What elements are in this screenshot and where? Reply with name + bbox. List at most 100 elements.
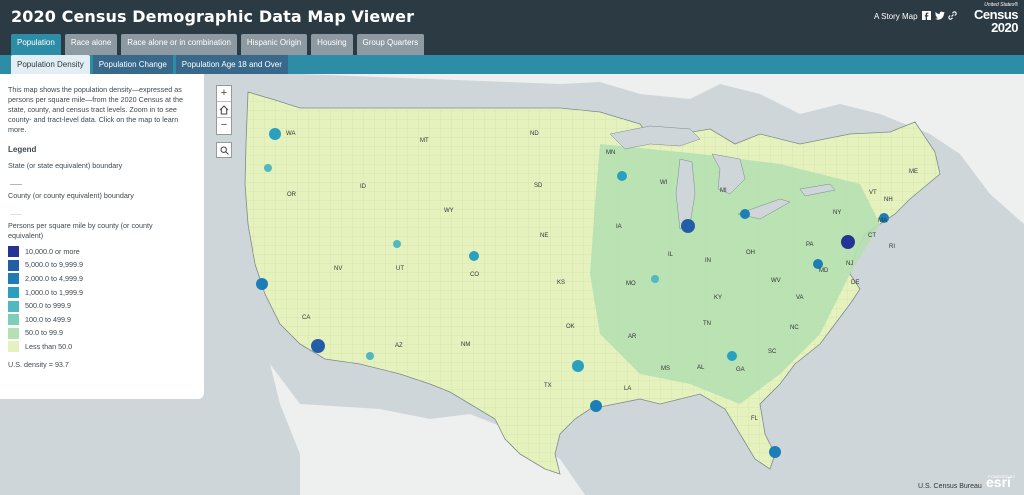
state-label: IA xyxy=(616,224,622,230)
hotspot-dallas xyxy=(572,360,584,372)
state-label: WV xyxy=(771,278,781,284)
state-label: MI xyxy=(720,188,727,194)
logo-line-3: 2020 xyxy=(991,20,1018,35)
state-label: AL xyxy=(697,365,705,371)
hotspot-portland xyxy=(264,164,272,172)
state-label: KY xyxy=(714,295,722,301)
state-label: NC xyxy=(790,325,799,331)
zoom-controls: + − xyxy=(216,85,232,135)
state-label: SD xyxy=(534,183,543,189)
legend-label: 10,000.0 or more xyxy=(25,246,80,256)
state-label: AR xyxy=(628,334,637,340)
legend-label: 100.0 to 499.9 xyxy=(25,314,71,324)
legend-swatch xyxy=(8,259,19,271)
state-label: IL xyxy=(668,252,674,258)
state-label: CT xyxy=(868,233,876,239)
state-label: MO xyxy=(626,281,636,287)
esri-logo[interactable]: esri xyxy=(986,474,1011,490)
search-icon[interactable] xyxy=(216,142,232,158)
state-label: ME xyxy=(909,169,918,175)
hotspot-seattle xyxy=(269,128,281,140)
state-label: CA xyxy=(302,315,310,321)
state-label: MS xyxy=(661,366,670,372)
story-map-link[interactable]: A Story Map xyxy=(874,12,918,21)
census-2020-logo: United States® Census 2020 xyxy=(966,3,1018,35)
state-label: LA xyxy=(624,386,631,392)
state-label: NH xyxy=(884,197,893,203)
legend-swatch xyxy=(8,246,19,258)
legend-title: Legend xyxy=(8,145,37,154)
legend-row: 2,000.0 to 4,999.9 xyxy=(8,272,193,286)
legend-label: 5,000.0 to 9,999.9 xyxy=(25,260,83,270)
legend-row: 50.0 to 99.9 xyxy=(8,327,193,341)
hotspot-denver xyxy=(469,251,479,261)
tab-race-alone[interactable]: Race alone xyxy=(64,34,118,55)
us-density: U.S. density = 93.7 xyxy=(8,359,69,369)
state-boundary-swatch xyxy=(10,175,22,185)
legend-swatch xyxy=(8,273,19,285)
sub-tab-list: Population Density Population Change Pop… xyxy=(11,55,288,74)
plus-icon[interactable]: + xyxy=(217,86,231,102)
legend-label: 500.0 to 999.9 xyxy=(25,301,71,311)
home-icon[interactable] xyxy=(217,102,231,118)
state-label: MA xyxy=(878,218,887,224)
state-label: KS xyxy=(557,280,565,286)
legend-label: 1,000.0 to 1,999.9 xyxy=(25,287,83,297)
legend-label: Less than 50.0 xyxy=(25,341,73,351)
state-label: VA xyxy=(796,295,804,301)
state-label: NM xyxy=(461,342,470,348)
state-label: SC xyxy=(768,349,777,355)
tab-housing[interactable]: Housing xyxy=(311,34,353,55)
tab-population-change[interactable]: Population Change xyxy=(92,55,173,74)
hotspot-phoenix xyxy=(366,352,374,360)
legend-label: 2,000.0 to 4,999.9 xyxy=(25,273,83,283)
legend-swatch xyxy=(8,327,19,339)
tab-race-alone-or-in-combination[interactable]: Race alone or in combination xyxy=(121,34,237,55)
state-label: VT xyxy=(869,190,877,196)
tab-population-density[interactable]: Population Density xyxy=(11,55,90,74)
tab-hispanic-origin[interactable]: Hispanic Origin xyxy=(240,34,308,55)
hotspot-miami xyxy=(769,446,781,458)
state-label: MD xyxy=(819,268,829,274)
tab-group-quarters[interactable]: Group Quarters xyxy=(356,34,425,55)
twitter-icon[interactable] xyxy=(935,11,945,20)
info-panel: This map shows the population density—ex… xyxy=(0,74,204,399)
state-label: WA xyxy=(286,131,295,137)
legend-swatch xyxy=(8,300,19,312)
density-legend-list: 10,000.0 or more 5,000.0 to 9,999.9 2,00… xyxy=(8,245,193,354)
minus-icon[interactable]: − xyxy=(217,118,231,134)
legend-row: Less than 50.0 xyxy=(8,340,193,354)
state-label: UT xyxy=(396,266,404,272)
legend-row: 500.0 to 999.9 xyxy=(8,299,193,313)
state-label: OH xyxy=(746,250,755,256)
county-boundary-swatch xyxy=(10,205,22,215)
state-label: WY xyxy=(444,208,454,214)
tab-population-age-18-and-over[interactable]: Population Age 18 and Over xyxy=(175,55,288,74)
legend-density-title: Persons per square mile by county (or co… xyxy=(8,221,153,240)
legend-row: 5,000.0 to 9,999.9 xyxy=(8,259,193,273)
state-label: WI xyxy=(660,180,668,186)
state-label: DE xyxy=(851,280,859,286)
map-attribution[interactable]: U.S. Census Bureau xyxy=(918,483,982,490)
state-label: NJ xyxy=(846,261,853,267)
hotspot-atlanta xyxy=(727,351,737,361)
legend-county-boundary-label: County (or county equivalent) boundary xyxy=(8,191,134,200)
state-label: PA xyxy=(806,242,814,248)
hotspot-sf xyxy=(256,278,268,290)
hotspot-nyc xyxy=(841,235,855,249)
main-tab-bar: Population Race alone Race alone or in c… xyxy=(11,34,425,55)
hotspot-slc xyxy=(393,240,401,248)
hotspot-chicago xyxy=(681,219,695,233)
state-label: CO xyxy=(470,272,479,278)
state-label: NY xyxy=(833,210,841,216)
facebook-icon[interactable] xyxy=(922,11,931,20)
tab-population[interactable]: Population xyxy=(11,34,61,55)
link-icon[interactable] xyxy=(948,11,957,20)
hotspot-detroit xyxy=(740,209,750,219)
state-label: OR xyxy=(287,192,297,198)
state-label: GA xyxy=(736,367,745,373)
state-label: ND xyxy=(530,131,539,137)
legend-row: 1,000.0 to 1,999.9 xyxy=(8,286,193,300)
hotspot-houston xyxy=(590,400,602,412)
state-label: FL xyxy=(751,416,759,422)
